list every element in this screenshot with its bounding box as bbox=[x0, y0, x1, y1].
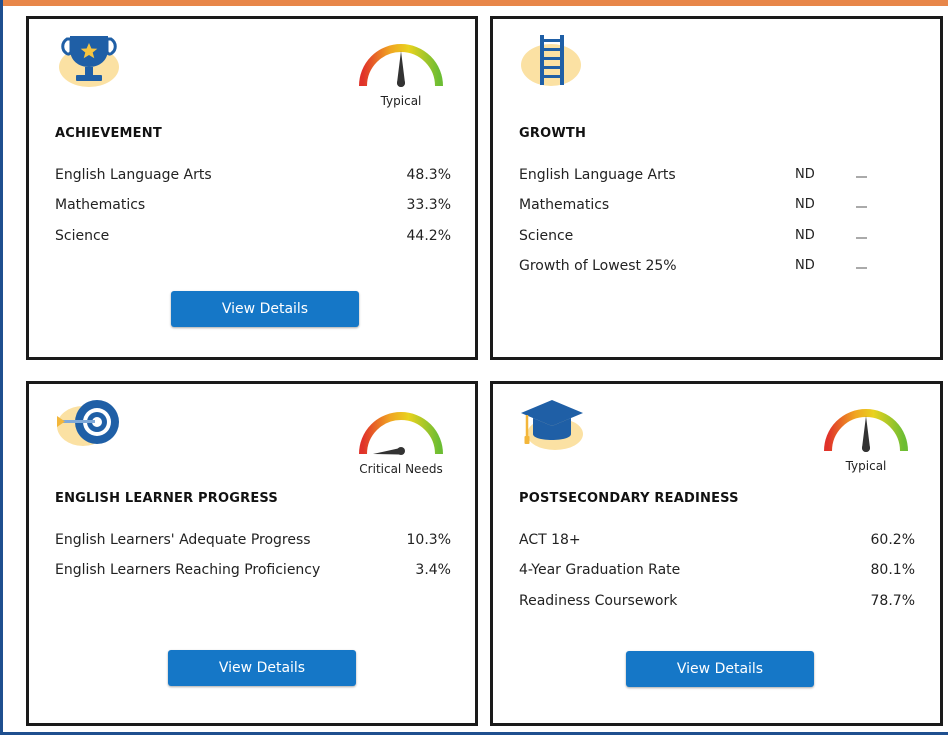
metric-value: 80.1% bbox=[870, 562, 915, 578]
metric-label: Growth of Lowest 25% bbox=[519, 258, 677, 274]
metric-label: Mathematics bbox=[55, 197, 146, 213]
metric-row: 4-Year Graduation Rate 80.1% bbox=[519, 562, 915, 580]
achievement-card: Typical ACHIEVEMENT English Language Art… bbox=[26, 16, 478, 360]
growth-card: GROWTH English Language Arts ND Mathemat… bbox=[490, 16, 943, 360]
card-title: ENGLISH LEARNER PROGRESS bbox=[55, 491, 278, 506]
metric-row: Mathematics 33.3% bbox=[55, 197, 451, 215]
metric-value: ND bbox=[795, 167, 815, 182]
metric-label: English Learners' Adequate Progress bbox=[55, 532, 311, 548]
postsecondary-readiness-card: Typical POSTSECONDARY READINESS ACT 18+ … bbox=[490, 381, 943, 726]
metric-label: English Language Arts bbox=[55, 167, 212, 183]
graduation-cap-icon bbox=[519, 396, 585, 454]
metric-label: Science bbox=[519, 228, 574, 244]
view-details-button[interactable]: View Details bbox=[626, 651, 814, 687]
metric-value: 60.2% bbox=[870, 532, 915, 548]
metric-row: Mathematics ND bbox=[519, 197, 879, 215]
metric-row: English Language Arts 48.3% bbox=[55, 167, 451, 185]
gauge-status-label: Typical bbox=[845, 459, 887, 473]
trophy-icon bbox=[55, 31, 121, 89]
metric-value: 33.3% bbox=[406, 197, 451, 213]
card-title: POSTSECONDARY READINESS bbox=[519, 491, 739, 506]
ladder-icon bbox=[519, 31, 585, 89]
metric-row: ACT 18+ 60.2% bbox=[519, 532, 915, 550]
view-details-button[interactable]: View Details bbox=[171, 291, 359, 327]
metric-value: 3.4% bbox=[415, 562, 451, 578]
metric-row: Growth of Lowest 25% ND bbox=[519, 258, 879, 276]
metric-row: Readiness Coursework 78.7% bbox=[519, 593, 915, 611]
performance-gauge: Typical bbox=[356, 34, 446, 108]
no-data-dash bbox=[856, 176, 867, 178]
metric-label: Science bbox=[55, 228, 110, 244]
metric-label: Mathematics bbox=[519, 197, 610, 213]
metric-value: 10.3% bbox=[406, 532, 451, 548]
gauge-status-label: Typical bbox=[380, 94, 422, 108]
metric-row: English Learners Reaching Proficiency 3.… bbox=[55, 562, 451, 580]
english-learner-progress-card: Critical Needs ENGLISH LEARNER PROGRESS … bbox=[26, 381, 478, 726]
metric-row: English Learners' Adequate Progress 10.3… bbox=[55, 532, 451, 550]
card-title: GROWTH bbox=[519, 126, 587, 141]
metric-label: Readiness Coursework bbox=[519, 593, 678, 609]
metric-row: English Language Arts ND bbox=[519, 167, 879, 185]
card-title: ACHIEVEMENT bbox=[55, 126, 162, 141]
view-details-button[interactable]: View Details bbox=[168, 650, 356, 686]
metric-value: ND bbox=[795, 258, 815, 273]
metric-label: 4-Year Graduation Rate bbox=[519, 562, 681, 578]
metric-row: Science 44.2% bbox=[55, 228, 451, 246]
metric-value: ND bbox=[795, 197, 815, 212]
gauge-status-label: Critical Needs bbox=[359, 462, 443, 476]
no-data-dash bbox=[856, 206, 867, 208]
no-data-dash bbox=[856, 267, 867, 269]
target-icon bbox=[55, 394, 121, 452]
top-accent-stripe bbox=[0, 0, 948, 6]
performance-gauge: Critical Needs bbox=[356, 402, 446, 476]
performance-gauge: Typical bbox=[821, 399, 911, 473]
metric-value: ND bbox=[795, 228, 815, 243]
metric-value: 48.3% bbox=[406, 167, 451, 183]
no-data-dash bbox=[856, 237, 867, 239]
metric-row: Science ND bbox=[519, 228, 879, 246]
metric-value: 78.7% bbox=[870, 593, 915, 609]
metric-label: ACT 18+ bbox=[519, 532, 581, 548]
metric-label: English Language Arts bbox=[519, 167, 676, 183]
left-border bbox=[0, 0, 3, 735]
metric-value: 44.2% bbox=[406, 228, 451, 244]
metric-label: English Learners Reaching Proficiency bbox=[55, 562, 321, 578]
